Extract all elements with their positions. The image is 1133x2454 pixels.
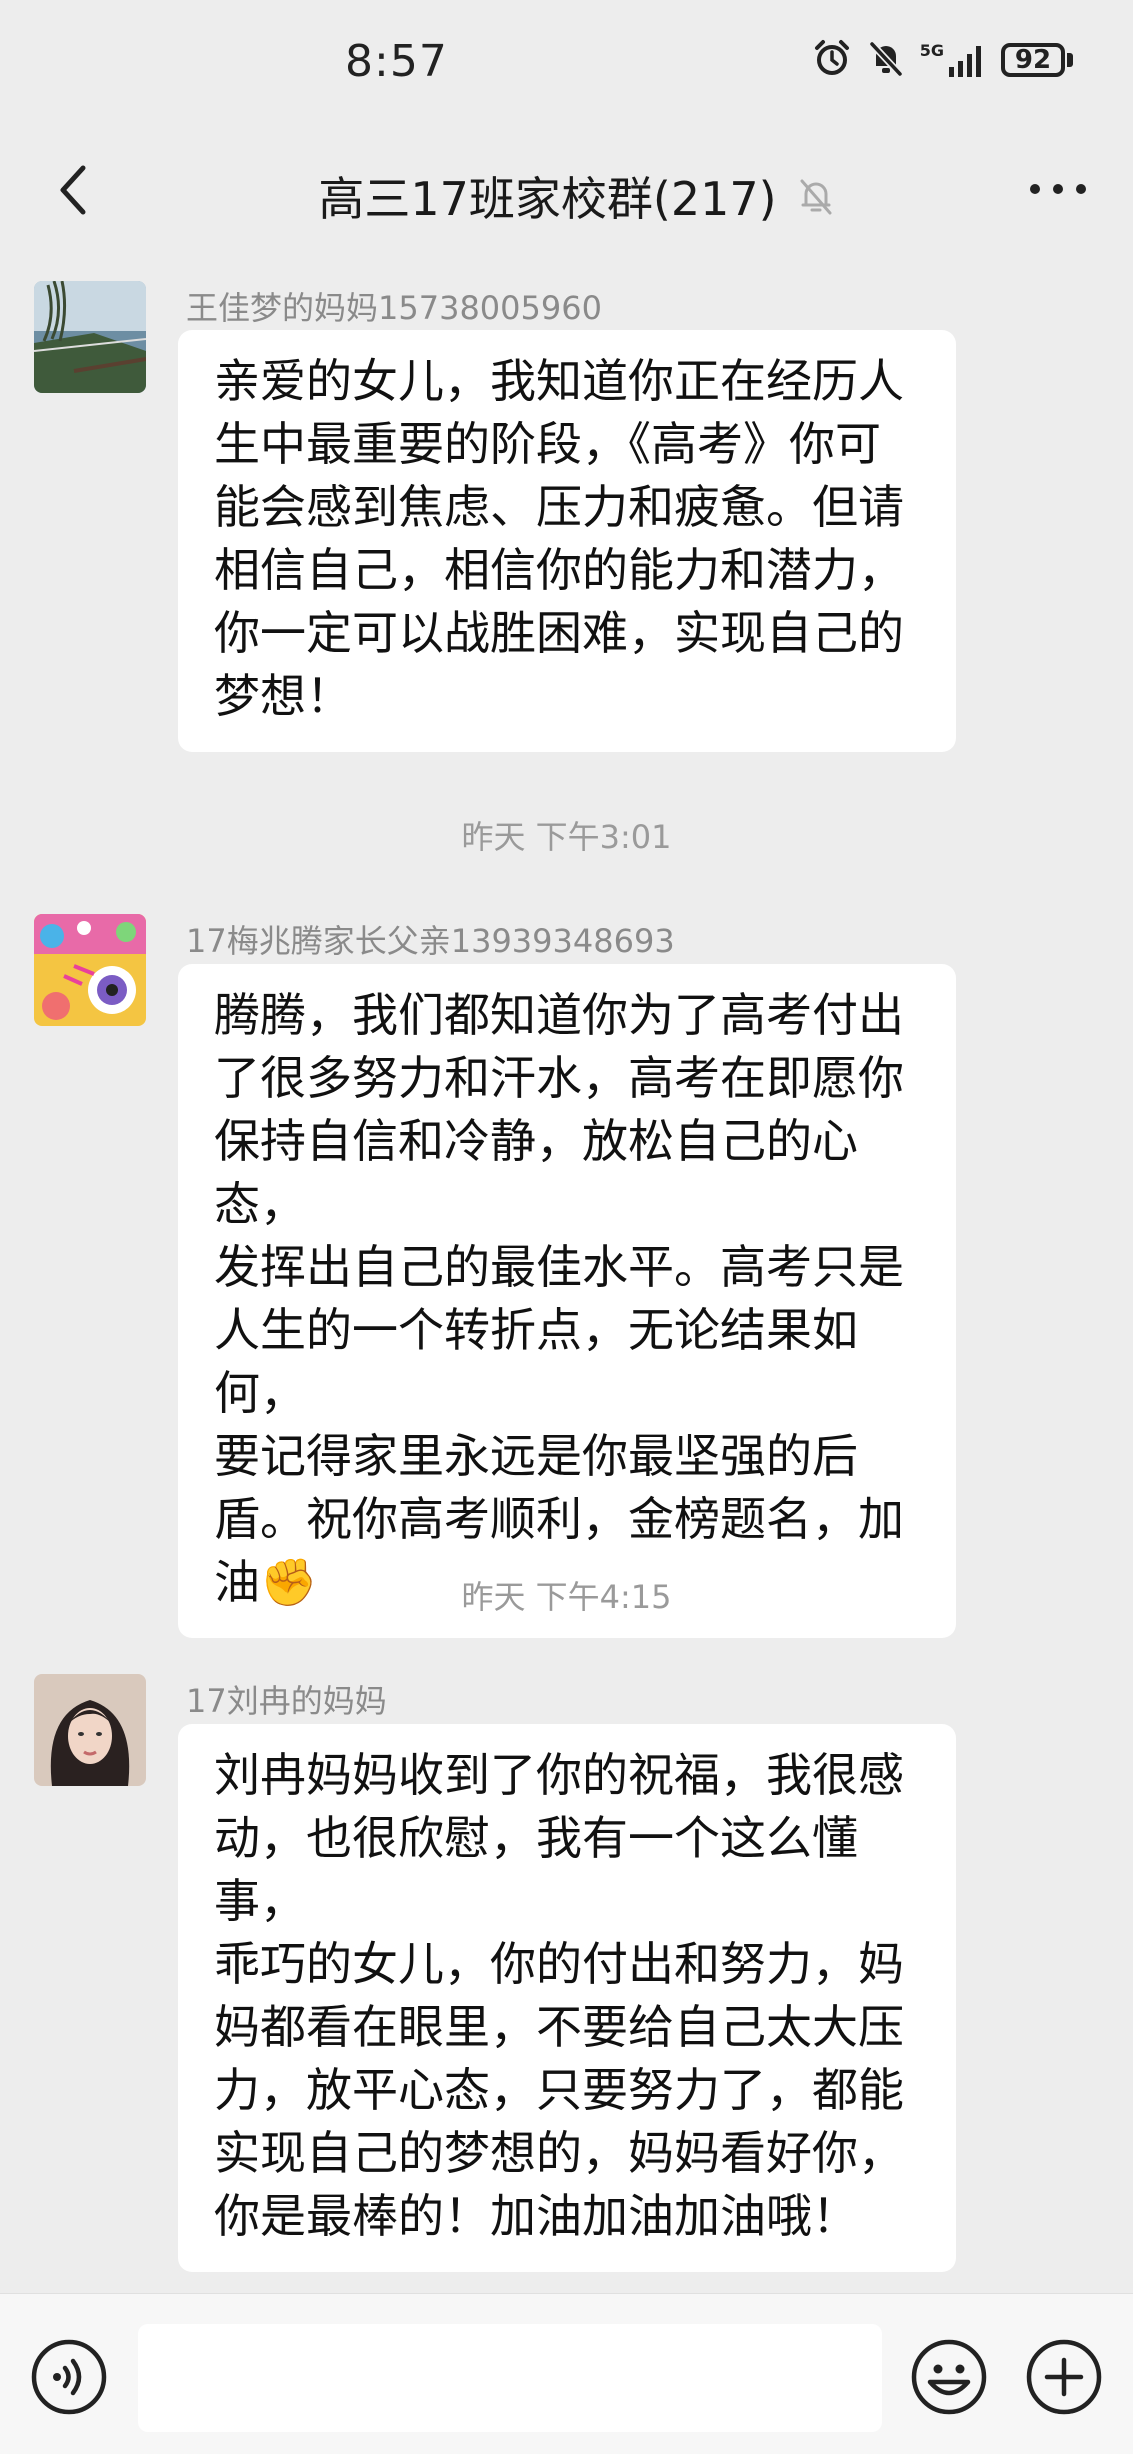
status-bar: 8:57 5G 92 [0,0,1133,125]
more-options-button[interactable] [1023,169,1093,209]
avatar-image [34,914,146,1026]
avatar[interactable] [34,914,146,1026]
avatar-image [34,281,146,393]
sender-name: 王佳梦的妈妈15738005960 [186,289,602,327]
message-bubble[interactable]: 刘冉妈妈收到了你的祝福，我很感 动，也很欣慰，我有一个这么懂事， 乖巧的女儿，你… [178,1724,956,2272]
sender-name: 17刘冉的妈妈 [186,1682,387,1720]
alarm-icon [812,38,852,82]
emoji-button[interactable] [910,2338,988,2416]
bell-muted-icon [797,176,835,216]
plus-icon [1026,2339,1102,2415]
chat-header: 高三17班家校群(217) [0,125,1133,255]
signal-icon: 5G [920,43,987,77]
emoji-icon [911,2339,987,2415]
message-bubble[interactable]: 腾腾，我们都知道你为了高考付出 了很多努力和汗水，高考在即愿你 保持自信和冷静，… [178,964,956,1638]
notifications-off-icon [866,38,906,82]
message-timestamp: 昨天 下午4:15 [461,1578,672,1616]
message-timestamp: 昨天 下午3:01 [461,818,672,856]
voice-button[interactable] [30,2338,108,2416]
voice-icon [31,2339,107,2415]
sender-name: 17梅兆腾家长父亲13939348693 [186,922,675,960]
status-time: 8:57 [345,36,448,87]
avatar-image [34,1674,146,1786]
more-actions-button[interactable] [1025,2338,1103,2416]
battery-level: 92 [1001,43,1065,77]
status-icons: 5G 92 [812,38,1073,82]
chat-title-container: 高三17班家校群(217) [0,163,1133,229]
chat-title: 高三17班家校群(217) [318,172,777,226]
network-type: 5G [919,41,944,60]
message-bubble[interactable]: 亲爱的女儿，我知道你正在经历人 生中最重要的阶段，《高考》你可 能会感到焦虑、压… [178,330,956,752]
message-input[interactable] [138,2324,882,2432]
more-dots-icon [1030,184,1086,194]
input-bar [0,2293,1133,2454]
battery-indicator: 92 [1001,43,1073,77]
avatar[interactable] [34,281,146,393]
avatar[interactable] [34,1674,146,1786]
